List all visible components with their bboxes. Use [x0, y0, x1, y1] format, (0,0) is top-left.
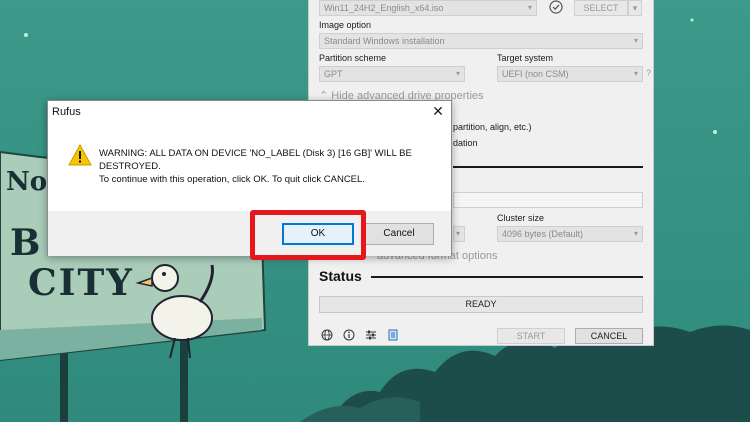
chevron-down-icon: ▾ — [633, 69, 638, 78]
target-system-dropdown[interactable]: UEFI (non CSM) ▾ — [497, 66, 643, 82]
advanced-option-partial-1: partition, align, etc.) — [453, 122, 532, 132]
status-heading: Status — [319, 268, 362, 284]
select-button[interactable]: SELECT — [574, 0, 628, 16]
boot-selection-dropdown[interactable]: Win11_24H2_English_x64.iso ▾ — [319, 0, 537, 16]
cluster-size-dropdown[interactable]: 4096 bytes (Default) ▾ — [497, 226, 643, 242]
status-text: READY — [465, 299, 497, 309]
cluster-size-label: Cluster size — [497, 213, 545, 223]
volume-label-input[interactable] — [453, 192, 643, 208]
log-icon[interactable] — [387, 329, 399, 341]
dialog-title: Rufus — [52, 106, 81, 118]
chevron-down-icon: ▾ — [527, 3, 532, 12]
status-divider — [371, 276, 643, 278]
start-button-label: START — [516, 331, 546, 341]
section-divider — [453, 166, 643, 168]
rufus-cancel-button[interactable]: CANCEL — [575, 328, 643, 344]
dialog-message: WARNING: ALL DATA ON DEVICE 'NO_LABEL (D… — [99, 147, 439, 186]
billboard-line-3: CITY — [28, 262, 134, 304]
target-system-label: Target system — [497, 53, 554, 63]
image-option-value: Standard Windows installation — [324, 36, 445, 46]
start-button[interactable]: START — [497, 328, 565, 344]
boot-selection-value: Win11_24H2_English_x64.iso — [324, 3, 444, 13]
image-option-label: Image option — [319, 20, 372, 30]
chevron-down-icon: ▾ — [633, 36, 638, 45]
chevron-down-icon: ▾ — [455, 229, 460, 238]
message-line-3: To continue with this operation, click O… — [99, 174, 365, 185]
select-dropdown-button[interactable]: ▾ — [628, 0, 642, 16]
chevron-down-icon: ▾ — [455, 69, 460, 78]
cluster-size-value: 4096 bytes (Default) — [502, 229, 584, 239]
message-line-1: WARNING: ALL DATA ON DEVICE 'NO_LABEL (D… — [99, 148, 412, 159]
partition-scheme-dropdown[interactable]: GPT ▾ — [319, 66, 465, 82]
select-button-label: SELECT — [583, 3, 619, 13]
settings-sliders-icon[interactable] — [365, 329, 377, 341]
cancel-button[interactable]: Cancel — [364, 223, 434, 245]
chevron-down-icon: ▾ — [633, 229, 638, 238]
file-system-dropdown-partial[interactable]: ▾ — [453, 226, 465, 242]
warning-icon — [68, 144, 92, 166]
help-icon[interactable]: ? — [646, 68, 651, 78]
cancel-button-label: Cancel — [383, 228, 415, 239]
image-option-dropdown[interactable]: Standard Windows installation ▾ — [319, 33, 643, 49]
partition-scheme-value: GPT — [324, 69, 343, 79]
globe-icon[interactable] — [321, 329, 333, 341]
status-progress-bar: READY — [319, 296, 643, 313]
close-icon[interactable]: ✕ — [431, 103, 445, 119]
message-line-2: DESTROYED. — [99, 161, 161, 172]
check-icon[interactable] — [549, 0, 563, 14]
rufus-cancel-button-label: CANCEL — [590, 331, 628, 341]
ok-button-highlight — [250, 210, 366, 260]
advanced-option-partial-2: dation — [453, 138, 478, 148]
target-system-value: UEFI (non CSM) — [502, 69, 569, 79]
info-icon[interactable] — [343, 329, 355, 341]
partition-scheme-label: Partition scheme — [319, 53, 387, 63]
